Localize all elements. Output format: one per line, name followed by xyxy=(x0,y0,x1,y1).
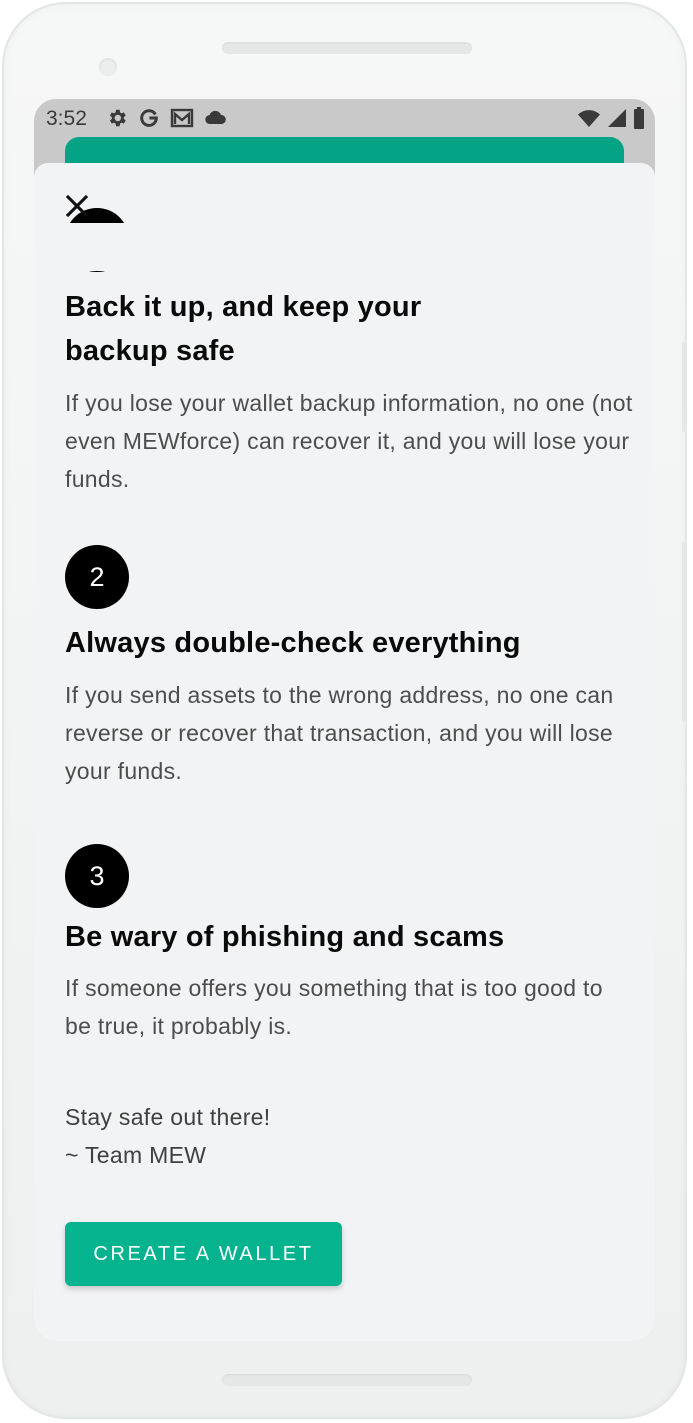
safety-tips-sheet: 1 Back it up, and keep your backup safe … xyxy=(34,163,655,1341)
status-bar: 3:52 xyxy=(34,99,655,139)
create-wallet-button[interactable]: CREATE A WALLET xyxy=(65,1222,342,1286)
signoff: Stay safe out there! ~ Team MEW xyxy=(65,1098,635,1174)
volume-button xyxy=(682,542,687,722)
cell-signal-icon xyxy=(607,108,627,128)
step-body-3: If someone offers you something that is … xyxy=(65,975,603,1039)
status-time: 3:52 xyxy=(46,107,87,130)
step-number-3: 3 xyxy=(65,844,129,908)
step-title-1: Back it up, and keep your backup safe xyxy=(65,285,421,373)
front-camera xyxy=(99,58,117,76)
gmail-icon xyxy=(170,107,194,129)
step-title-3: Be wary of phishing and scams xyxy=(65,921,505,953)
cloud-icon xyxy=(204,108,228,128)
step-body-1: If you lose your wallet backup informati… xyxy=(65,390,633,492)
step-title-1-line1: Back it up, and keep your xyxy=(65,291,422,323)
step-title-1-line2: backup safe xyxy=(65,335,235,367)
step-title-2: Always double-check everything xyxy=(65,627,521,659)
battery-icon xyxy=(633,107,645,129)
signoff-line-1: Stay safe out there! xyxy=(65,1104,271,1130)
step-body-2: If you send assets to the wrong address,… xyxy=(65,682,614,784)
google-icon xyxy=(138,107,160,129)
close-icon xyxy=(65,194,89,218)
step-number-2: 2 xyxy=(65,545,129,609)
system-icons xyxy=(577,107,645,129)
close-button[interactable] xyxy=(56,185,98,227)
earpiece-speaker xyxy=(222,42,472,54)
phone-screen: 3:52 Back it up, and keep your backup sa… xyxy=(34,99,655,1341)
signoff-line-2: ~ Team MEW xyxy=(65,1142,207,1168)
gear-icon xyxy=(106,107,128,129)
bottom-speaker xyxy=(222,1374,472,1386)
scroll-clip-cover xyxy=(34,223,655,271)
notification-icons xyxy=(106,107,228,129)
power-button xyxy=(682,342,687,432)
wifi-icon xyxy=(577,108,601,128)
